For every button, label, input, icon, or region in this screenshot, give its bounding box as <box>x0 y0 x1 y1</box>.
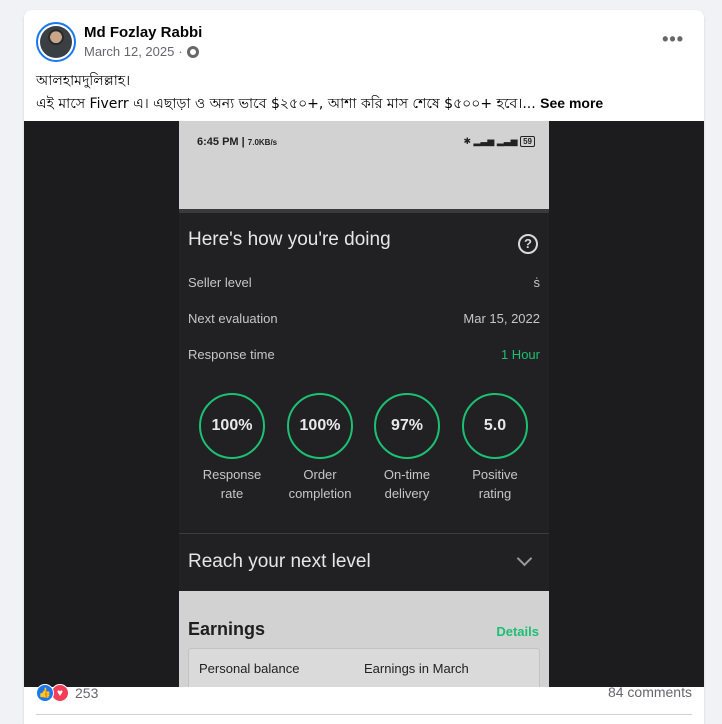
metric-label: Response rate <box>187 465 277 503</box>
response-time-value: 1 Hour <box>500 347 540 362</box>
earnings-title: Earnings <box>188 619 266 639</box>
like-reaction-icon: 👍 <box>36 684 54 702</box>
seller-level-label: Seller level <box>188 275 252 290</box>
response-time-label: Response time <box>188 347 275 362</box>
status-speed: 7.0KB/s <box>247 138 278 147</box>
metric-label-line2: rating <box>478 486 512 501</box>
metric-label: Positive rating <box>450 465 540 503</box>
post-media[interactable]: 6:45 PM | 7.0KB/s ✱ ▂▃▅ ▂▃▅ 59 Here's ho… <box>24 121 704 687</box>
metric-response-rate: 100% Response rate <box>187 393 277 503</box>
metric-ring: 100% <box>287 393 353 459</box>
seller-level-value: ṡ <box>533 275 541 290</box>
post-text: আলহামদুলিল্লাহ। এই মাসে Fiverr এ। এছাড়া… <box>36 70 696 115</box>
post-card: Md Fozlay Rabbi March 12, 2025 · ••• আলহ… <box>24 10 704 724</box>
see-more-link[interactable]: See more <box>540 95 603 111</box>
earnings-section: Earnings Details Personal balance Earnin… <box>179 591 549 687</box>
metric-label-line1: Order <box>303 467 337 482</box>
chevron-down-icon[interactable] <box>516 550 533 567</box>
section-title: Here's how you're doing <box>188 229 391 250</box>
metric-label: Order completion <box>275 465 365 503</box>
metric-on-time-delivery: 97% On-time delivery <box>362 393 452 503</box>
personal-balance-label: Personal balance <box>199 661 300 676</box>
phone-screenshot: 6:45 PM | 7.0KB/s ✱ ▂▃▅ ▂▃▅ 59 Here's ho… <box>179 121 549 687</box>
reactions-summary[interactable]: 👍 ♥ 253 <box>36 684 98 702</box>
metric-positive-rating: 5.0 Positive rating <box>450 393 540 503</box>
metric-ring: 5.0 <box>462 393 528 459</box>
reach-next-level-title: Reach your next level <box>188 551 371 572</box>
metric-label-line1: On-time <box>383 467 431 482</box>
post-text-line2-content: এই মাসে Fiverr এ। এছাড়া ও অন্য ভাবে $২৫… <box>36 96 536 112</box>
reaction-count: 253 <box>75 685 99 701</box>
earnings-summary-box: Personal balance Earnings in March <box>188 648 540 687</box>
next-evaluation-label: Next evaluation <box>188 311 278 326</box>
post-meta: March 12, 2025 · <box>84 44 199 59</box>
avatar-image <box>40 26 72 58</box>
section-divider <box>179 533 549 534</box>
meta-separator: · <box>178 44 183 59</box>
metric-label-line2: delivery <box>384 486 430 501</box>
comments-count-link[interactable]: 84 comments <box>608 684 692 700</box>
metric-label-line1: Response <box>202 467 262 482</box>
author-avatar[interactable] <box>36 22 76 62</box>
metric-label-line2: rate <box>220 486 244 501</box>
status-time: 6:45 PM <box>197 136 239 148</box>
footer-divider <box>36 714 692 715</box>
earnings-details-link[interactable]: Details <box>496 624 539 639</box>
globe-icon <box>186 45 199 58</box>
phone-status-bar: 6:45 PM | 7.0KB/s ✱ ▂▃▅ ▂▃▅ 59 <box>179 121 549 209</box>
next-evaluation-value: Mar 15, 2022 <box>463 311 540 326</box>
app-top-strip <box>179 209 549 213</box>
post-text-line2: এই মাসে Fiverr এ। এছাড়া ও অন্য ভাবে $২৫… <box>36 92 696 115</box>
metric-order-completion: 100% Order completion <box>275 393 365 503</box>
post-date[interactable]: March 12, 2025 <box>84 44 174 59</box>
metric-label: On-time delivery <box>362 465 452 503</box>
battery-icon: 59 <box>520 136 535 147</box>
metric-ring: 100% <box>199 393 265 459</box>
author-name[interactable]: Md Fozlay Rabbi <box>84 24 202 41</box>
status-bar-right: ✱ ▂▃▅ ▂▃▅ 59 <box>464 136 535 147</box>
help-icon[interactable]: ? <box>518 234 538 254</box>
more-options-icon[interactable]: ••• <box>662 30 684 48</box>
status-bar-left: 6:45 PM | 7.0KB/s <box>197 136 278 148</box>
metric-label-line2: completion <box>288 486 352 501</box>
post-text-line1: আলহামদুলিল্লাহ। <box>36 73 131 89</box>
earnings-in-march-label: Earnings in March <box>364 661 469 676</box>
metric-ring: 97% <box>374 393 440 459</box>
metric-label-line1: Positive <box>472 467 518 482</box>
